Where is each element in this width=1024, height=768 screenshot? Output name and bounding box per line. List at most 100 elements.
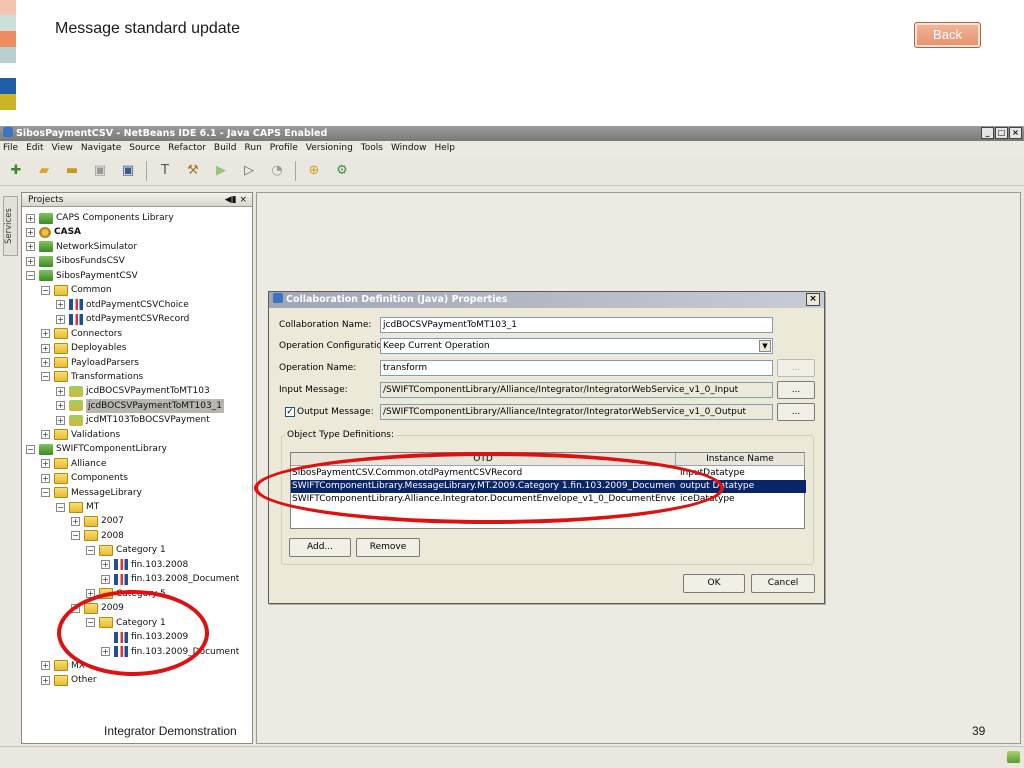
collapse-icon[interactable]: − [26, 444, 35, 454]
menu-help[interactable]: Help [434, 141, 455, 156]
tree-node[interactable]: + Category 5 [86, 587, 166, 601]
instance-cell[interactable]: inputDatatype [678, 467, 805, 480]
tree-node[interactable]: +2007 [71, 514, 124, 528]
collapse-icon[interactable]: − [41, 285, 50, 295]
collapse-icon[interactable]: − [71, 531, 80, 541]
table-row[interactable]: SibosPaymentCSV.Common.otdPaymentCSVReco… [291, 467, 806, 480]
operation-config-select[interactable]: Keep Current Operation ▼ [380, 338, 773, 354]
tree-node[interactable]: − SibosPaymentCSV [26, 269, 138, 283]
tree-node[interactable]: + Validations [41, 428, 120, 442]
tree-node[interactable]: + NetworkSimulator [26, 240, 137, 254]
dialog-close-button[interactable]: × [806, 293, 820, 306]
collapse-icon[interactable]: − [41, 488, 50, 498]
save-all-icon[interactable]: ▣ [118, 161, 138, 181]
output-message-checkbox[interactable]: ✓ [285, 407, 295, 417]
cancel-button[interactable]: Cancel [751, 574, 815, 593]
collapse-icon[interactable]: − [71, 603, 80, 613]
expand-icon[interactable]: + [56, 386, 65, 396]
tree-node[interactable]: + CASA [26, 225, 81, 239]
expand-icon[interactable]: + [26, 213, 35, 223]
tree-node[interactable]: + Connectors [41, 327, 122, 341]
menu-build[interactable]: Build [214, 141, 237, 156]
input-message-browse-button[interactable]: ... [777, 381, 815, 399]
expand-icon[interactable]: + [86, 589, 95, 599]
tree-node[interactable]: + jcdMT103ToBOCSVPayment [56, 413, 210, 427]
remove-button[interactable]: Remove [356, 538, 420, 557]
expand-icon[interactable]: + [56, 415, 65, 425]
tree-node[interactable]: − 2008 [71, 529, 124, 543]
collapse-icon[interactable]: − [26, 271, 35, 281]
menu-source[interactable]: Source [129, 141, 160, 156]
clean-build-icon[interactable]: ⚒ [183, 161, 203, 181]
tree-node[interactable]: + fin.103.2008_Document [101, 572, 239, 586]
expand-icon[interactable]: + [41, 430, 50, 440]
tree-node[interactable]: + jcdBOCSVPaymentToMT103 [56, 384, 210, 398]
tree-node[interactable]: − SWIFTComponentLibrary [26, 442, 167, 456]
collapse-icon[interactable]: − [41, 372, 50, 382]
collapse-icon[interactable]: − [86, 618, 95, 628]
chevron-down-icon[interactable]: ▼ [759, 340, 771, 352]
expand-icon[interactable]: + [71, 516, 80, 526]
debug-icon[interactable]: ▷ [239, 161, 259, 181]
tree-node[interactable]: − Transformations [41, 370, 143, 384]
tree-node[interactable]: + otdPaymentCSVRecord [56, 312, 189, 326]
expand-icon[interactable]: + [26, 242, 35, 252]
expand-icon[interactable]: + [26, 256, 35, 266]
tree-node[interactable]: + SibosFundsCSV [26, 254, 125, 268]
tree-node[interactable]: + Components [41, 471, 128, 485]
tree-node[interactable]: − Common [41, 283, 112, 297]
expand-icon[interactable]: + [41, 661, 50, 671]
instance-name-column-header[interactable]: Instance Name [676, 453, 805, 466]
services-tab[interactable]: Services [3, 196, 18, 256]
menu-refactor[interactable]: Refactor [168, 141, 206, 156]
expand-icon[interactable]: + [41, 343, 50, 353]
expand-icon[interactable]: + [101, 647, 110, 656]
tree-node[interactable]: + Alliance [41, 457, 106, 471]
open-project-icon[interactable]: ▬ [62, 161, 82, 181]
expand-icon[interactable]: + [41, 358, 50, 367]
expand-icon[interactable]: + [101, 574, 110, 584]
tree-node[interactable]: + fin.103.2008 [101, 558, 188, 572]
collapse-icon[interactable]: − [86, 545, 95, 555]
new-project-icon[interactable]: ▰ [34, 161, 54, 181]
expand-icon[interactable]: + [26, 227, 35, 237]
menu-window[interactable]: Window [391, 141, 427, 156]
table-row[interactable]: SWIFTComponentLibrary.Alliance.Integrato… [291, 493, 806, 506]
expand-icon[interactable]: + [56, 401, 65, 411]
tree-node[interactable]: − MT [56, 500, 99, 514]
tree-node[interactable]: − Category 1 [86, 616, 166, 630]
table-row[interactable]: SWIFTComponentLibrary.MessageLibrary.MT.… [291, 480, 806, 493]
collaboration-name-field[interactable]: jcdBOCSVPaymentToMT103_1 [380, 317, 773, 333]
expand-icon[interactable]: + [41, 329, 50, 339]
back-button[interactable]: Back [914, 22, 981, 48]
tree-node[interactable]: + fin.103.2009_Document [101, 645, 239, 659]
menu-profile[interactable]: Profile [270, 141, 298, 156]
menu-view[interactable]: View [52, 141, 73, 156]
tree-node[interactable]: − Category 1 [86, 543, 166, 557]
tree-node[interactable]: − 2009 [71, 601, 124, 615]
menu-tools[interactable]: Tools [361, 141, 383, 156]
profile-icon[interactable]: ◔ [267, 161, 287, 181]
tree-node[interactable]: + jcdBOCSVPaymentToMT103_1 [56, 398, 224, 413]
expand-icon[interactable]: + [101, 560, 110, 570]
otd-column-header[interactable]: OTD [291, 453, 676, 466]
add-button[interactable]: Add... [289, 538, 351, 557]
deploy-icon[interactable]: ⊕ [304, 161, 324, 181]
menu-file[interactable]: File [3, 141, 18, 156]
panel-minimize-close-icon[interactable]: ◀▮ × [225, 193, 247, 207]
menu-run[interactable]: Run [245, 141, 262, 156]
settings-gear-icon[interactable]: ⚙ [332, 161, 352, 181]
maximize-button[interactable]: □ [995, 127, 1008, 139]
build-hammer-icon[interactable]: T [155, 161, 175, 181]
tree-node[interactable]: fin.103.2009 [101, 630, 188, 644]
new-file-icon[interactable]: ✚ [6, 161, 26, 181]
instance-cell[interactable]: output Datatype [678, 480, 805, 493]
expand-icon[interactable]: + [41, 459, 50, 469]
tree-node[interactable]: + MX [41, 659, 85, 673]
expand-icon[interactable]: + [56, 314, 65, 324]
save-icon[interactable]: ▣ [90, 161, 110, 181]
status-notification-icon[interactable] [1007, 751, 1020, 763]
input-message-field[interactable]: /SWIFTComponentLibrary/Alliance/Integrat… [380, 382, 773, 398]
tree-node[interactable]: + Other [41, 673, 97, 687]
tree-node[interactable]: + Deployables [41, 341, 126, 355]
